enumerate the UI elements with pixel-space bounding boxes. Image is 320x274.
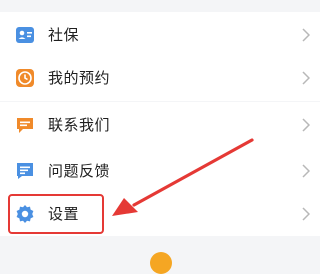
menu-item-feedback[interactable]: 问题反馈: [0, 148, 320, 194]
menu-item-contact-us[interactable]: 联系我们: [0, 102, 320, 148]
chevron-right-icon: [302, 28, 310, 42]
menu-item-label: 问题反馈: [48, 162, 111, 180]
settings-highlight-box: [8, 194, 104, 234]
menu-item-label: 社保: [48, 26, 80, 44]
chevron-right-icon: [302, 71, 310, 85]
menu-item-label: 我的预约: [48, 69, 111, 87]
tab-bar-indicator: [150, 252, 172, 274]
clock-icon: [16, 69, 34, 87]
menu-item-label: 联系我们: [48, 116, 111, 134]
settings-menu: 社保 我的预约 联系我们 问题反馈 设置: [0, 0, 320, 274]
chat-bubble-icon: [17, 118, 33, 133]
menu-item-social-security[interactable]: 社保: [0, 12, 320, 58]
chevron-right-icon: [302, 164, 310, 178]
chevron-right-icon: [302, 207, 310, 221]
menu-item-my-appointments[interactable]: 我的预约: [0, 55, 320, 101]
id-card-icon: [16, 27, 34, 43]
feedback-icon: [17, 163, 33, 179]
chevron-right-icon: [302, 118, 310, 132]
